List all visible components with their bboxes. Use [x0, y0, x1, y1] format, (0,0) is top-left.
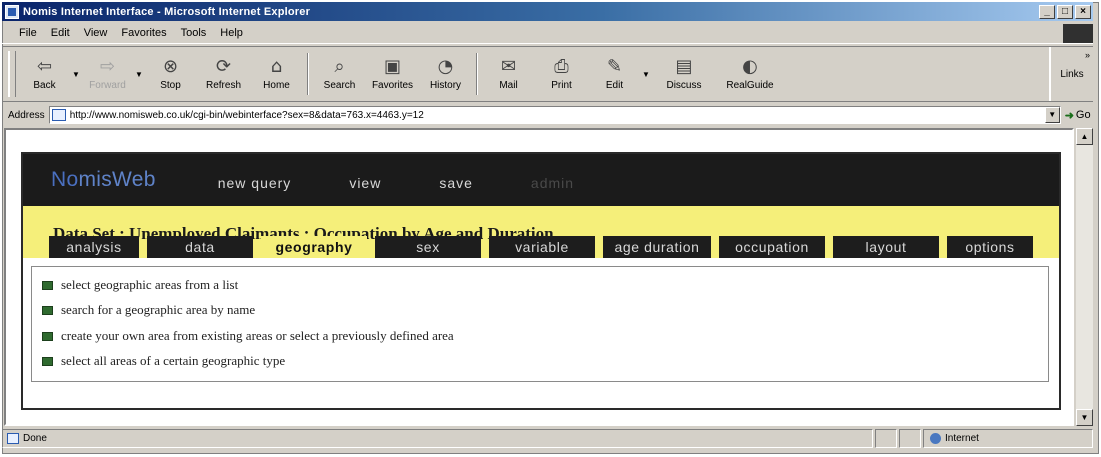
menu-edit[interactable]: Edit [44, 27, 77, 39]
status-text: Done [23, 433, 47, 444]
realguide-button[interactable]: ◐ RealGuide [717, 47, 783, 101]
green-bullet-icon [42, 356, 53, 366]
back-arrow-icon: ⇦ [36, 56, 53, 77]
links-label: Links [1060, 68, 1084, 80]
discuss-button[interactable]: ▤ Discuss [651, 47, 717, 101]
status-pane [899, 429, 921, 448]
scroll-down-button[interactable]: ▼ [1076, 409, 1093, 426]
address-url[interactable]: http://www.nomisweb.co.uk/cgi-bin/webint… [70, 110, 424, 121]
forward-button[interactable]: ⇨ Forward [81, 47, 134, 101]
history-button[interactable]: ◔ History [419, 47, 472, 101]
forward-dropdown[interactable]: ▼ [134, 47, 144, 101]
search-icon: ⌕ [334, 56, 345, 77]
refresh-button[interactable]: ⟳ Refresh [197, 47, 250, 101]
stop-icon: ⊗ [162, 56, 179, 77]
stop-button[interactable]: ⊗ Stop [144, 47, 197, 101]
tab-age-duration[interactable]: age duration [603, 236, 711, 258]
back-button[interactable]: ⇦ Back [18, 47, 71, 101]
toolbar-separator [307, 53, 309, 95]
page-done-icon [7, 433, 19, 444]
tab-variable[interactable]: variable [489, 236, 595, 258]
print-button[interactable]: ⎙ Print [535, 47, 588, 101]
option-search-by-name[interactable]: search for a geographic area by name [42, 302, 255, 318]
status-text-pane: Done [2, 429, 873, 448]
green-bullet-icon [42, 305, 53, 315]
mail-icon: ✉ [500, 56, 517, 77]
discuss-icon: ▤ [675, 56, 693, 77]
nav-admin[interactable]: admin [531, 175, 574, 191]
address-bar: Address http://www.nomisweb.co.uk/cgi-bi… [2, 104, 1093, 126]
title-bar: Nomis Internet Interface - Microsoft Int… [2, 2, 1093, 21]
option-create-own-area[interactable]: create your own area from existing areas… [42, 328, 454, 344]
menu-file[interactable]: File [12, 27, 44, 39]
close-button[interactable]: × [1075, 4, 1091, 19]
edit-dropdown[interactable]: ▼ [641, 47, 651, 101]
history-icon: ◔ [437, 56, 454, 77]
ie-page-icon [5, 4, 19, 19]
tab-options[interactable]: options [947, 236, 1033, 258]
nomis-page: NomisWeb new query view save admin Data … [21, 152, 1061, 410]
ie-throbber-logo [1063, 23, 1093, 43]
toolbar-grip[interactable] [8, 51, 16, 97]
zone-label: Internet [945, 433, 979, 444]
search-button[interactable]: ⌕ Search [313, 47, 366, 101]
maximize-button[interactable]: □ [1057, 4, 1073, 19]
refresh-icon: ⟳ [215, 56, 232, 77]
menu-favorites[interactable]: Favorites [114, 27, 173, 39]
home-button[interactable]: ⌂ Home [250, 47, 303, 101]
address-input[interactable]: http://www.nomisweb.co.uk/cgi-bin/webint… [48, 106, 1061, 124]
nav-save[interactable]: save [439, 175, 473, 191]
scroll-up-button[interactable]: ▲ [1076, 128, 1093, 145]
tab-geography[interactable]: geography [261, 236, 367, 258]
tab-data[interactable]: data [147, 236, 253, 258]
status-bar: Done Internet [2, 428, 1093, 449]
option-select-by-type[interactable]: select all areas of a certain geographic… [42, 353, 285, 369]
window-title: Nomis Internet Interface - Microsoft Int… [23, 5, 311, 18]
edit-button[interactable]: ✎ Edit [588, 47, 641, 101]
nomisweb-logo[interactable]: NomisWeb [51, 168, 156, 192]
page-viewport: NomisWeb new query view save admin Data … [4, 128, 1074, 426]
address-dropdown[interactable]: ▼ [1044, 107, 1060, 123]
status-pane [875, 429, 897, 448]
toolbar-separator [476, 53, 478, 95]
menu-view[interactable]: View [77, 27, 115, 39]
geography-options: select geographic areas from a list sear… [31, 266, 1049, 382]
go-arrow-icon: ➜ [1064, 109, 1074, 122]
option-select-from-list[interactable]: select geographic areas from a list [42, 277, 238, 293]
minimize-button[interactable]: _ [1039, 4, 1055, 19]
tab-layout[interactable]: layout [833, 236, 939, 258]
query-tabs: analysis data geography sex variable age… [49, 236, 1033, 258]
back-dropdown[interactable]: ▼ [71, 47, 81, 101]
tab-occupation[interactable]: occupation [719, 236, 825, 258]
tab-sex[interactable]: sex [375, 236, 481, 258]
favorites-folder-icon: ▣ [383, 56, 401, 77]
forward-arrow-icon: ⇨ [99, 56, 116, 77]
nav-new-query[interactable]: new query [218, 175, 292, 191]
security-zone: Internet [923, 429, 1093, 448]
green-bullet-icon [42, 331, 53, 341]
edit-page-icon: ✎ [606, 56, 623, 77]
page-icon [51, 109, 66, 121]
go-button[interactable]: ➜ Go [1065, 109, 1091, 122]
globe-icon [930, 433, 941, 444]
realguide-icon: ◐ [742, 56, 758, 77]
menu-help[interactable]: Help [213, 27, 250, 39]
home-icon: ⌂ [270, 56, 283, 77]
green-bullet-icon [42, 280, 53, 290]
menu-bar: File Edit View Favorites Tools Help [2, 23, 1093, 44]
address-label: Address [8, 109, 45, 121]
mail-button[interactable]: ✉ Mail [482, 47, 535, 101]
vertical-scrollbar[interactable]: ▲ ▼ [1076, 128, 1093, 426]
printer-icon: ⎙ [554, 56, 569, 77]
favorites-button[interactable]: ▣ Favorites [366, 47, 419, 101]
chevron-right-icon[interactable]: » [1085, 50, 1090, 60]
links-bar[interactable]: Links » [1049, 47, 1093, 101]
menu-tools[interactable]: Tools [174, 27, 214, 39]
nav-view[interactable]: view [349, 175, 381, 191]
standard-toolbar: ⇦ Back ▼ ⇨ Forward ▼ ⊗ Stop ⟳ Refresh ⌂ … [2, 46, 1093, 102]
tab-analysis[interactable]: analysis [49, 236, 139, 258]
nomis-header: NomisWeb new query view save admin [23, 154, 1059, 206]
